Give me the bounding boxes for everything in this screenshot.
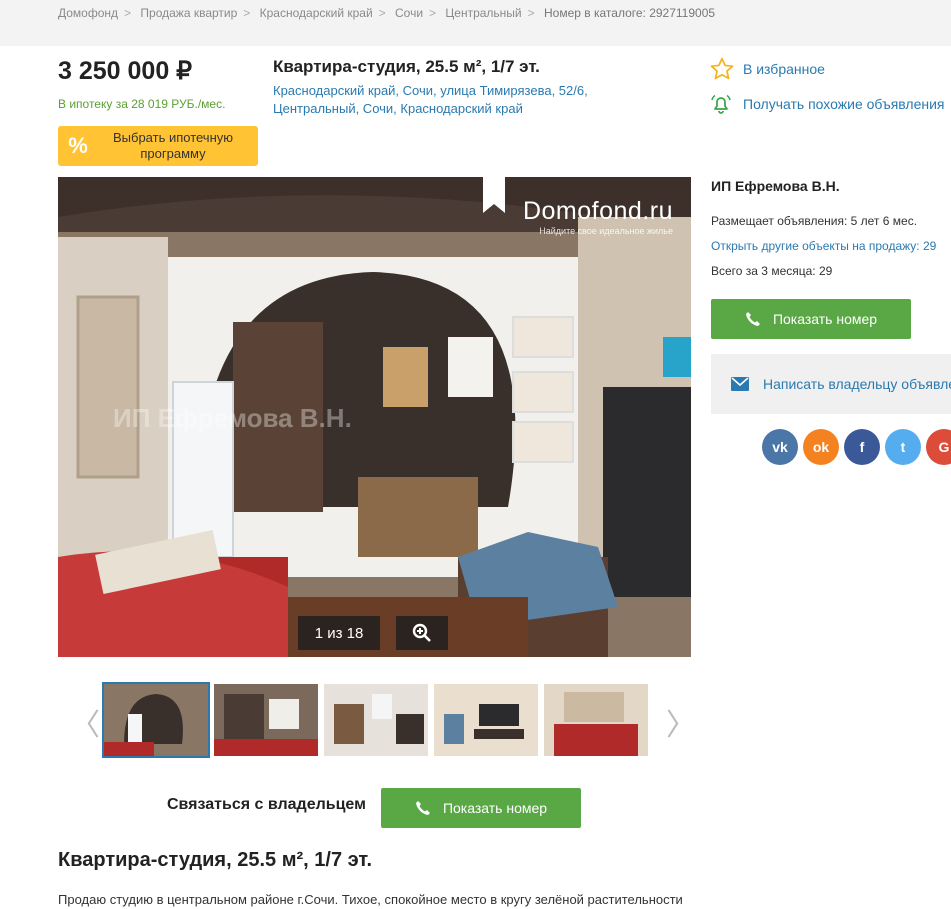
sidebar-show-number-button[interactable]: Показать номер bbox=[711, 299, 911, 339]
bookmark-icon bbox=[483, 177, 505, 213]
twitter-share-icon[interactable]: t bbox=[885, 429, 921, 465]
breadcrumb-bar: Домофонд > Продажа квартир > Краснодарский… bbox=[0, 0, 951, 46]
thumbnail-strip: 〈 〉 bbox=[58, 680, 696, 760]
show-number-button[interactable]: Показать номер bbox=[381, 788, 581, 828]
address-link[interactable]: Краснодарский край, Сочи, улица Тимирязе… bbox=[273, 82, 603, 118]
next-arrow-icon[interactable]: 〉 bbox=[666, 700, 696, 744]
facebook-share-icon[interactable]: f bbox=[844, 429, 880, 465]
phone-icon bbox=[745, 312, 760, 326]
mail-icon bbox=[731, 377, 749, 391]
thumbnail-5[interactable] bbox=[544, 684, 648, 756]
seller-total: Всего за 3 месяца: 29 bbox=[711, 264, 833, 278]
show-number-label: Показать номер bbox=[442, 800, 548, 816]
mortgage-text: В ипотеку за 28 019 РУБ./мес. bbox=[58, 97, 226, 111]
thumbnail-1[interactable] bbox=[102, 682, 210, 758]
breadcrumb-region[interactable]: Краснодарский край bbox=[260, 6, 373, 20]
mortgage-button-label: Выбрать ипотечную программу bbox=[112, 130, 234, 161]
prev-arrow-icon[interactable]: 〈 bbox=[70, 700, 100, 744]
breadcrumb-city[interactable]: Сочи bbox=[395, 6, 423, 20]
write-owner-label: Написать владельцу объявления bbox=[763, 376, 951, 392]
thumbnail-3[interactable] bbox=[324, 684, 428, 756]
bell-icon bbox=[711, 94, 731, 114]
room-photo: ИП Ефремова В.Н. bbox=[58, 177, 691, 657]
subscribe-similar[interactable]: Получать похожие объявления bbox=[709, 92, 945, 116]
price: 3 250 000 ₽ bbox=[58, 57, 193, 85]
photo-watermark: ИП Ефремова В.Н. bbox=[113, 403, 352, 433]
domofond-logo: Domofond.ru Найдите свое идеальное жилье bbox=[522, 197, 673, 236]
favorites-label: В избранное bbox=[743, 61, 825, 77]
star-icon bbox=[710, 57, 734, 80]
zoom-button[interactable] bbox=[396, 616, 448, 650]
listing-heading: Квартира-студия, 25.5 м², 1/7 эт. bbox=[58, 849, 373, 871]
contact-owner-label: Связаться с владельцем bbox=[167, 796, 366, 813]
breadcrumb: Домофонд > Продажа квартир > Краснодарский… bbox=[58, 6, 716, 20]
ok-share-icon[interactable]: ok bbox=[803, 429, 839, 465]
catalog-number: Номер в каталоге: 2927119005 bbox=[544, 6, 716, 20]
vk-share-icon[interactable]: vk bbox=[762, 429, 798, 465]
breadcrumb-sale[interactable]: Продажа квартир bbox=[140, 6, 237, 20]
seller-on-site: Размещает объявления: 5 лет 6 мес. bbox=[711, 214, 918, 228]
sidebar-show-number-label: Показать номер bbox=[772, 311, 878, 327]
thumbnail-4[interactable] bbox=[434, 684, 538, 756]
listing-description: Продаю студию в центральном районе г.Соч… bbox=[58, 892, 683, 907]
phone-icon bbox=[415, 801, 430, 815]
percent-icon: % bbox=[68, 133, 88, 158]
photo-counter: 1 из 18 bbox=[298, 616, 380, 650]
mortgage-program-button[interactable]: % Выбрать ипотечную программу bbox=[58, 126, 258, 166]
seller-other-objects-link[interactable]: Открыть другие объекты на продажу: 29 bbox=[711, 239, 936, 253]
subscribe-label: Получать похожие объявления bbox=[743, 96, 945, 112]
seller-name: ИП Ефремова В.Н. bbox=[711, 178, 840, 194]
zoom-icon bbox=[412, 623, 431, 642]
breadcrumb-domofond[interactable]: Домофонд bbox=[58, 6, 118, 20]
google-share-icon[interactable]: G bbox=[926, 429, 951, 465]
thumbnail-2[interactable] bbox=[214, 684, 318, 756]
breadcrumb-district[interactable]: Центральный bbox=[445, 6, 521, 20]
listing-title: Квартира-студия, 25.5 м², 1/7 эт. bbox=[273, 57, 540, 76]
add-to-favorites[interactable]: В избранное bbox=[709, 56, 825, 82]
main-photo[interactable]: ИП Ефремова В.Н. Domofond.ru Найдите сво… bbox=[58, 177, 691, 657]
write-owner-button[interactable]: Написать владельцу объявления bbox=[711, 354, 951, 414]
